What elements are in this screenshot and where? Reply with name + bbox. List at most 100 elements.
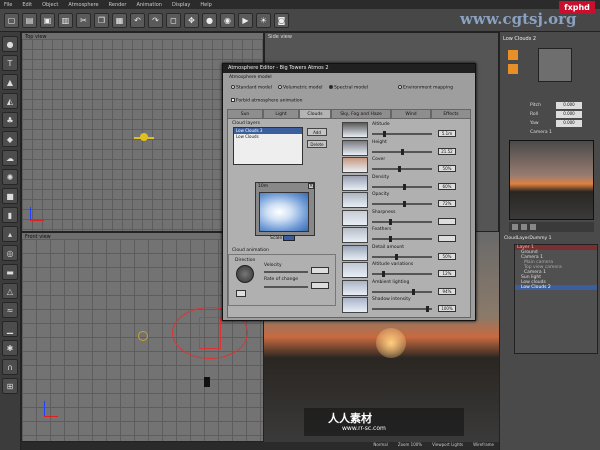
model-volumetric[interactable]: Volumetric model [278, 85, 323, 91]
forbid-animation-checkbox[interactable]: Forbid atmosphere animation [231, 98, 302, 104]
roll-field[interactable]: 0.000 [556, 111, 582, 118]
paste-icon[interactable]: ▦ [112, 12, 127, 28]
tab-wind[interactable]: Wind [391, 109, 431, 118]
param-value-field[interactable]: 12% [438, 270, 456, 277]
gizmo-icon[interactable] [508, 50, 518, 60]
sun-icon[interactable]: ☀ [256, 12, 271, 28]
save-icon[interactable]: ▣ [40, 12, 55, 28]
cylinder-icon[interactable]: ▮ [2, 207, 18, 223]
rock-icon[interactable]: ◆ [2, 131, 18, 147]
play-icon[interactable] [512, 224, 518, 230]
slider-knob[interactable] [403, 183, 407, 190]
cube-icon[interactable]: ■ [2, 188, 18, 204]
move-icon[interactable]: ✥ [184, 12, 199, 28]
camera-body[interactable] [199, 317, 221, 349]
param-value-field[interactable]: 5.1m [438, 130, 456, 137]
param-preview-swatch[interactable] [342, 192, 368, 208]
param-slider[interactable] [372, 131, 432, 137]
param-preview-swatch[interactable] [342, 122, 368, 138]
tab-clouds[interactable]: Clouds [299, 109, 331, 118]
param-slider[interactable] [372, 306, 432, 312]
ground-icon[interactable]: ▁ [2, 321, 18, 337]
camera-icon[interactable]: ◙ [274, 12, 289, 28]
param-slider[interactable] [372, 253, 432, 260]
slider-knob[interactable] [383, 131, 387, 137]
velocity-field[interactable] [311, 267, 329, 274]
param-slider[interactable] [372, 166, 432, 172]
orientation-cube[interactable] [538, 48, 572, 82]
status-lights[interactable]: Viewport Lights [432, 442, 463, 450]
cloud-icon[interactable]: ☁ [2, 150, 18, 166]
param-value-field[interactable]: 60% [438, 182, 456, 190]
cone-icon[interactable]: ▴ [2, 226, 18, 242]
param-slider[interactable] [372, 183, 432, 190]
group-icon[interactable]: ⊞ [2, 378, 18, 394]
model-spectral[interactable]: Spectral model [329, 85, 368, 91]
sphere-icon[interactable]: ● [2, 36, 18, 52]
param-slider[interactable] [372, 201, 432, 207]
light-icon[interactable]: ✺ [2, 169, 18, 185]
slider-knob[interactable] [426, 306, 430, 312]
palette-icon[interactable]: ● [202, 12, 217, 28]
camera-preview[interactable] [509, 140, 594, 220]
param-preview-swatch[interactable] [342, 297, 368, 313]
tab-effects[interactable]: Effects [431, 109, 471, 118]
terrain-icon[interactable]: ▲ [2, 74, 18, 90]
slider-knob[interactable] [389, 236, 393, 242]
scale-field[interactable] [283, 235, 295, 241]
param-value-field[interactable]: 50% [438, 165, 456, 172]
copy-icon[interactable]: ❐ [94, 12, 109, 28]
cloud-preview-image[interactable] [259, 192, 309, 232]
close-icon[interactable]: × [308, 183, 314, 189]
preview-size[interactable]: 10m [258, 184, 268, 189]
cloud-layer-list[interactable]: Low Clouds 3 Low Clouds [233, 127, 303, 165]
direction-dial[interactable] [236, 265, 254, 283]
direction-field[interactable] [236, 290, 246, 297]
param-preview-swatch[interactable] [342, 262, 368, 278]
param-preview-swatch[interactable] [342, 279, 368, 296]
param-slider[interactable] [372, 288, 432, 295]
text-icon[interactable]: T [2, 55, 18, 71]
param-value-field[interactable]: 72% [438, 200, 456, 207]
param-value-field[interactable] [438, 235, 456, 242]
yaw-field[interactable]: 0.000 [556, 120, 582, 127]
plant-icon[interactable]: ♣ [2, 112, 18, 128]
water-icon[interactable]: ≈ [2, 302, 18, 318]
stop-icon[interactable] [521, 224, 527, 230]
status-display[interactable]: Wireframe [473, 442, 494, 450]
param-slider[interactable] [372, 236, 432, 242]
tab-sun[interactable]: Sun [227, 109, 263, 118]
settings-icon[interactable] [530, 224, 536, 230]
tab-light[interactable]: Light [263, 109, 299, 118]
menu-atmosphere[interactable]: Atmosphere [68, 2, 98, 8]
select-icon[interactable]: ◻ [166, 12, 181, 28]
sun-icon[interactable] [140, 133, 148, 141]
slider-knob[interactable] [394, 253, 398, 260]
slider-knob[interactable] [389, 218, 393, 225]
menu-animation[interactable]: Animation [136, 2, 162, 8]
delete-layer-button[interactable]: Delete [307, 140, 327, 148]
tree-item-selected[interactable]: Low Clouds 2 [515, 285, 597, 290]
menu-object[interactable]: Object [42, 2, 58, 8]
rate-of-change-slider[interactable] [264, 286, 308, 288]
param-value-field[interactable]: 21.52 [438, 147, 456, 155]
list-item[interactable]: Low Clouds [234, 134, 302, 140]
param-preview-swatch[interactable] [342, 227, 368, 243]
menu-file[interactable]: File [4, 2, 12, 8]
menu-edit[interactable]: Edit [22, 2, 32, 8]
param-value-field[interactable] [438, 217, 456, 225]
menu-render[interactable]: Render [109, 2, 127, 8]
param-slider[interactable] [372, 271, 432, 277]
rotate-icon[interactable] [508, 64, 518, 74]
param-slider[interactable] [372, 148, 432, 155]
plane-icon[interactable]: ▬ [2, 264, 18, 280]
pyramid-icon[interactable]: △ [2, 283, 18, 299]
undo-icon[interactable]: ↶ [130, 12, 145, 28]
mountain-icon[interactable]: ◭ [2, 93, 18, 109]
slider-knob[interactable] [400, 148, 404, 155]
model-environment[interactable]: Environment mapping [398, 85, 453, 91]
velocity-slider[interactable] [264, 271, 308, 273]
slider-knob[interactable] [403, 201, 407, 207]
new-icon[interactable]: ▢ [4, 12, 19, 28]
clapper-icon[interactable]: ▶ [238, 12, 253, 28]
